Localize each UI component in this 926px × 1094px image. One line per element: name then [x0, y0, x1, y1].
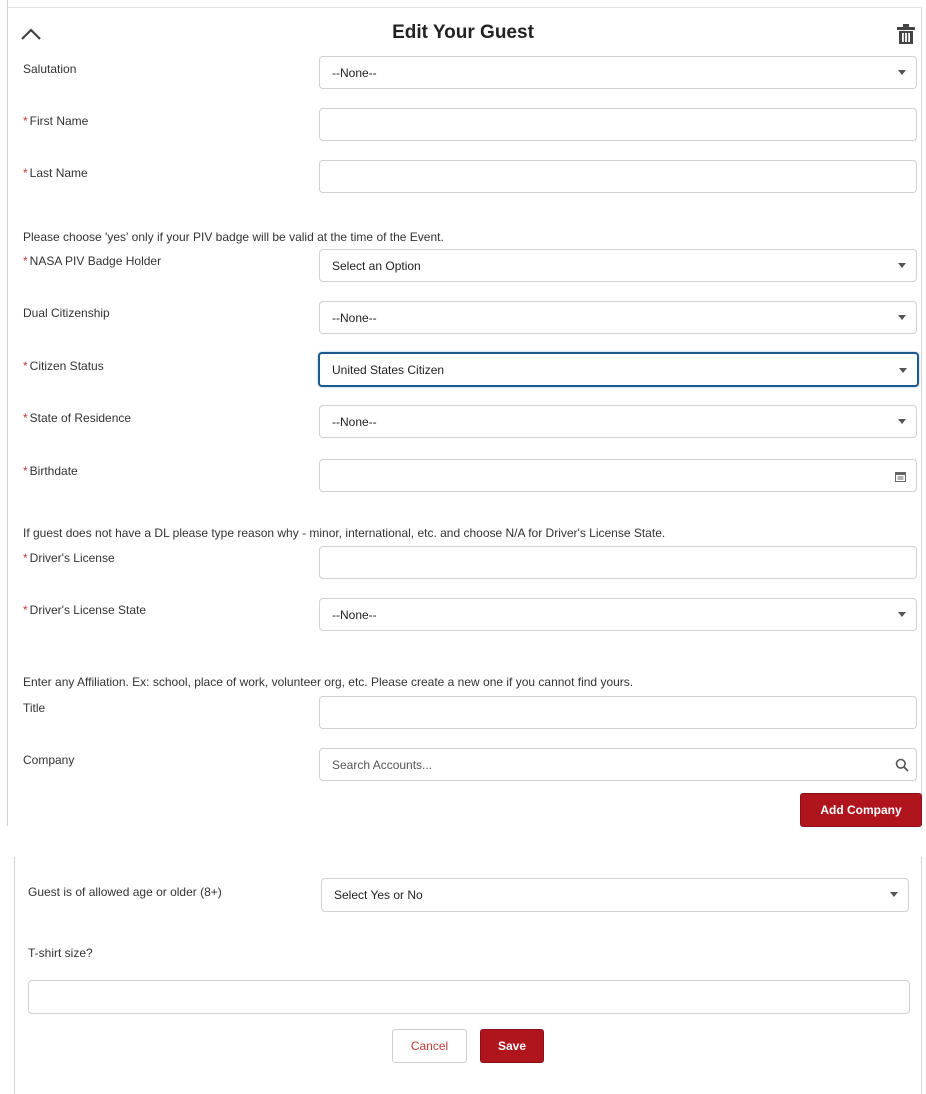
piv-badge-label: * NASA PIV Badge Holder: [23, 254, 162, 268]
chevron-down-icon: [898, 70, 906, 75]
company-search-input[interactable]: [332, 757, 904, 772]
state-of-residence-value: --None--: [332, 414, 377, 429]
drivers-license-field[interactable]: [319, 546, 917, 579]
allowed-age-value: Select Yes or No: [334, 888, 423, 902]
add-company-button[interactable]: Add Company: [800, 793, 922, 827]
chevron-down-icon: [899, 368, 907, 373]
dual-citizenship-select[interactable]: --None--: [319, 301, 917, 334]
cancel-button[interactable]: Cancel: [392, 1029, 467, 1063]
drivers-license-state-value: --None--: [332, 607, 377, 622]
lower-panel-left-border: [14, 857, 15, 1094]
first-name-label: * First Name: [23, 114, 89, 128]
chevron-down-icon: [890, 892, 898, 897]
last-name-field[interactable]: [319, 160, 917, 193]
title-label: Title: [23, 701, 46, 715]
drivers-license-state-label: * Driver's License State: [23, 603, 147, 617]
chevron-down-icon: [898, 315, 906, 320]
chevron-down-icon: [898, 263, 906, 268]
trash-icon[interactable]: [896, 23, 916, 45]
state-of-residence-label: * State of Residence: [23, 411, 132, 425]
citizen-status-select[interactable]: United States Citizen: [318, 352, 919, 387]
title-input[interactable]: [332, 705, 904, 720]
dual-citizenship-label: Dual Citizenship: [23, 306, 110, 320]
search-icon[interactable]: [895, 758, 909, 772]
drivers-license-label: * Driver's License: [23, 551, 115, 565]
tshirt-label: T-shirt size?: [28, 946, 93, 960]
birthdate-label: * Birthdate: [23, 464, 78, 478]
last-name-input[interactable]: [332, 169, 904, 184]
piv-note: Please choose 'yes' only if your PIV bad…: [23, 230, 444, 244]
salutation-label: Salutation: [23, 62, 77, 76]
drivers-license-state-select[interactable]: --None--: [319, 598, 917, 631]
panel-left-border: [7, 0, 8, 826]
drivers-license-input[interactable]: [332, 555, 904, 570]
piv-badge-select[interactable]: Select an Option: [319, 249, 917, 282]
first-name-input[interactable]: [332, 117, 904, 132]
allowed-age-select[interactable]: Select Yes or No: [321, 878, 909, 912]
state-of-residence-select[interactable]: --None--: [319, 405, 917, 438]
affiliation-note: Enter any Affiliation. Ex: school, place…: [23, 675, 634, 689]
birthdate-field[interactable]: [319, 459, 917, 492]
chevron-down-icon: [898, 419, 906, 424]
company-search-field[interactable]: [319, 748, 917, 781]
birthdate-input[interactable]: [332, 468, 904, 483]
page-title: Edit Your Guest: [392, 22, 534, 43]
allowed-age-label: Guest is of allowed age or older (8+): [28, 885, 222, 899]
title-field[interactable]: [319, 696, 917, 729]
panel-right-border: [921, 8, 922, 826]
dual-citizenship-value: --None--: [332, 310, 377, 325]
lower-panel-right-border: [921, 857, 922, 1094]
salutation-select[interactable]: --None--: [319, 56, 917, 89]
salutation-value: --None--: [332, 65, 377, 80]
piv-badge-value: Select an Option: [332, 258, 421, 273]
last-name-label: * Last Name: [23, 166, 88, 180]
company-label: Company: [23, 753, 75, 767]
tshirt-field[interactable]: [28, 980, 910, 1014]
first-name-field[interactable]: [319, 108, 917, 141]
citizen-status-value: United States Citizen: [332, 362, 445, 377]
panel-top-border: [7, 7, 922, 8]
dl-note: If guest does not have a DL please type …: [23, 526, 666, 540]
save-button[interactable]: Save: [480, 1029, 544, 1063]
tshirt-input[interactable]: [41, 990, 897, 1004]
chevron-down-icon: [898, 612, 906, 617]
calendar-icon[interactable]: [895, 471, 906, 482]
citizen-status-label: * Citizen Status: [23, 359, 104, 373]
